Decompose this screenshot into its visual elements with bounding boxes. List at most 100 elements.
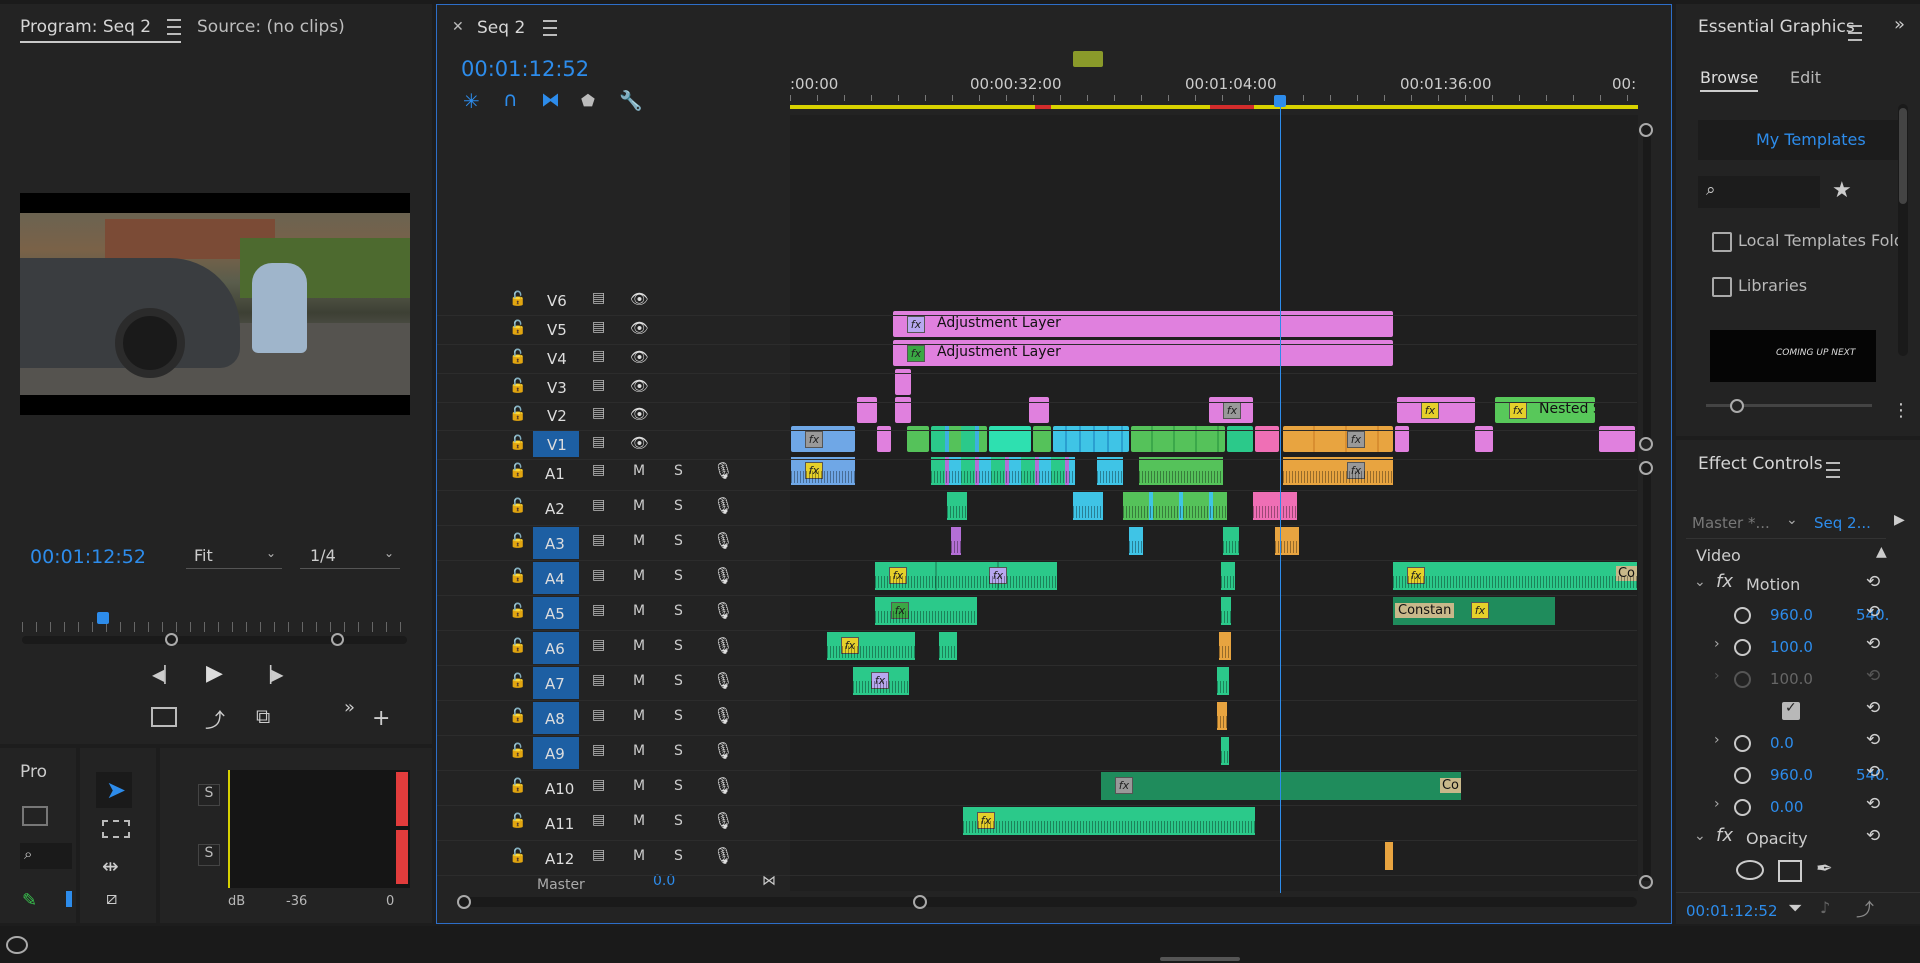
audio-track-header[interactable]: 🔓 A12 ▤ M S 🎙 (437, 842, 1637, 876)
microphone-icon[interactable]: 🎙 (713, 846, 733, 865)
local-templates-checkbox[interactable] (1712, 232, 1732, 252)
sync-lock-icon[interactable]: ▤ (592, 567, 605, 583)
video-track-header[interactable]: 🔓 V1 ▤ 👁 (437, 431, 1637, 460)
eye-icon[interactable]: 👁 (630, 434, 649, 452)
timeline-h-scrollbar[interactable] (457, 895, 1637, 909)
rectangle-mask-icon[interactable] (1778, 860, 1802, 882)
mute-button[interactable]: M (633, 708, 645, 724)
sync-lock-icon[interactable]: ▤ (592, 847, 605, 863)
video-track-header[interactable]: 🔓 V5 ▤ 👁 (437, 316, 1637, 345)
play-icon[interactable]: ▶ (206, 661, 223, 686)
lock-icon[interactable]: 🔓 (509, 708, 526, 724)
stopwatch-icon[interactable] (1734, 639, 1751, 656)
marker-icon[interactable] (1073, 51, 1103, 67)
solo-button[interactable]: S (674, 498, 683, 514)
audio-track-header[interactable]: 🔓 A4 ▤ M S 🎙 (437, 562, 1637, 596)
sync-lock-icon[interactable]: ▤ (592, 777, 605, 793)
lock-icon[interactable]: 🔓 (509, 349, 526, 365)
lock-icon[interactable]: 🔓 (509, 291, 526, 307)
mute-button[interactable]: M (633, 568, 645, 584)
sync-lock-icon[interactable]: ▤ (592, 637, 605, 653)
solo-button[interactable]: S (674, 463, 683, 479)
audio-track-header[interactable]: 🔓 A3 ▤ M S 🎙 (437, 527, 1637, 561)
sync-lock-icon[interactable]: ▤ (592, 405, 605, 421)
solo-button[interactable]: S (674, 533, 683, 549)
v-scroll-handle-bottom[interactable] (1639, 437, 1653, 451)
eye-icon[interactable]: 👁 (630, 290, 649, 308)
timeline-ruler[interactable]: :00:00 00:00:32:00 00:01:04:00 00:01:36:… (790, 65, 1638, 115)
microphone-icon[interactable]: 🎙 (713, 811, 733, 830)
lock-icon[interactable]: 🔓 (509, 778, 526, 794)
add-button-icon[interactable]: + (372, 706, 390, 731)
solo-left-button[interactable]: S (198, 784, 220, 806)
reset-icon[interactable]: ⟲ (1866, 634, 1880, 654)
mute-button[interactable]: M (633, 533, 645, 549)
step-forward-icon[interactable]: ▕▶ (259, 665, 284, 684)
export-frame-icon[interactable]: ⤴ (205, 704, 225, 733)
audio-track-header[interactable]: 🔓 A2 ▤ M S 🎙 (437, 492, 1637, 526)
solo-button[interactable]: S (674, 568, 683, 584)
mute-button[interactable]: M (633, 673, 645, 689)
solo-button[interactable]: S (674, 813, 683, 829)
lock-icon[interactable]: 🔓 (509, 813, 526, 829)
video-track-header[interactable]: 🔓 V2 ▤ 👁 (437, 402, 1637, 431)
scroll-handle-right[interactable] (331, 633, 344, 646)
eg-more-icon[interactable]: ⋮ (1892, 400, 1910, 421)
ellipse-mask-icon[interactable] (1736, 860, 1764, 880)
sync-lock-icon[interactable]: ▤ (592, 319, 605, 335)
a-scroll-handle-top[interactable] (1639, 461, 1653, 475)
lock-icon[interactable]: 🔓 (509, 743, 526, 759)
audio-track-header[interactable]: 🔓 A1 ▤ M S 🎙 (437, 457, 1637, 491)
mute-button[interactable]: M (633, 813, 645, 829)
bin-icon[interactable] (22, 806, 48, 826)
eye-icon[interactable]: 👁 (630, 405, 649, 423)
play-triangle-icon[interactable]: ▶ (1894, 512, 1905, 528)
ec-menu-icon[interactable] (1826, 461, 1840, 478)
insert-nest-icon[interactable]: ✳ (463, 89, 480, 113)
lock-icon[interactable]: 🔓 (509, 848, 526, 864)
export-icon[interactable]: ⤴ (1856, 896, 1874, 922)
program-playhead[interactable] (97, 612, 109, 624)
program-menu-icon[interactable] (166, 19, 181, 35)
pencil-icon[interactable]: ✎ (22, 890, 37, 911)
uniform-scale-checkbox[interactable]: ✓ (1782, 700, 1800, 720)
tab-edit[interactable]: Edit (1790, 68, 1821, 87)
wrench-icon[interactable]: 🔧 (619, 89, 643, 112)
filter-icon[interactable]: ⏷ (1788, 898, 1802, 919)
video-track-header[interactable]: 🔓 V4 ▤ 👁 (437, 345, 1637, 374)
video-v-scrollbar[interactable] (1639, 123, 1653, 451)
solo-button[interactable]: S (674, 848, 683, 864)
eg-menu-icon[interactable] (1848, 24, 1862, 41)
tab-program[interactable]: Program: Seq 2 (20, 17, 181, 43)
effect-controls-title[interactable]: Effect Controls (1698, 454, 1823, 474)
audio-track-header[interactable]: 🔓 A10 ▤ M S 🎙 (437, 772, 1637, 806)
collapse-arrow-icon[interactable]: ▲ (1876, 544, 1887, 560)
mute-button[interactable]: M (633, 498, 645, 514)
microphone-icon[interactable]: 🎙 (713, 461, 733, 480)
eg-scroll-thumb[interactable] (1899, 108, 1907, 204)
lock-icon[interactable]: 🔓 (509, 498, 526, 514)
list-view-icon[interactable] (66, 891, 72, 907)
audio-track-header[interactable]: 🔓 A7 ▤ M S 🎙 (437, 667, 1637, 701)
my-templates-button[interactable]: My Templates (1698, 120, 1898, 160)
sync-lock-icon[interactable]: ▤ (592, 434, 605, 450)
video-track-header[interactable]: 🔓 V3 ▤ 👁 (437, 374, 1637, 403)
microphone-icon[interactable]: 🎙 (713, 776, 733, 795)
v-scroll-handle-top[interactable] (1639, 123, 1653, 137)
sequence-menu-icon[interactable] (542, 20, 557, 36)
chevron-down-icon[interactable]: ⌄ (1694, 828, 1706, 844)
reset-icon[interactable]: ⟲ (1866, 602, 1880, 622)
sync-lock-icon[interactable]: ▤ (592, 812, 605, 828)
sync-lock-icon[interactable]: ▤ (592, 602, 605, 618)
audio-track-header[interactable]: 🔓 A9 ▤ M S 🎙 (437, 737, 1637, 771)
microphone-icon[interactable]: 🎙 (713, 671, 733, 690)
linked-selection-icon[interactable]: ⧓ (541, 89, 560, 111)
sync-lock-icon[interactable]: ▤ (592, 532, 605, 548)
mute-button[interactable]: M (633, 778, 645, 794)
resolution-select[interactable]: 1/4 ⌄ (300, 544, 400, 569)
microphone-icon[interactable]: 🎙 (713, 741, 733, 760)
audio-toggle-icon[interactable]: ♪ (1820, 898, 1830, 917)
lock-icon[interactable]: 🔓 (509, 533, 526, 549)
eye-icon[interactable]: 👁 (630, 348, 649, 366)
anti-flicker-value[interactable]: 0.00 (1770, 798, 1803, 816)
